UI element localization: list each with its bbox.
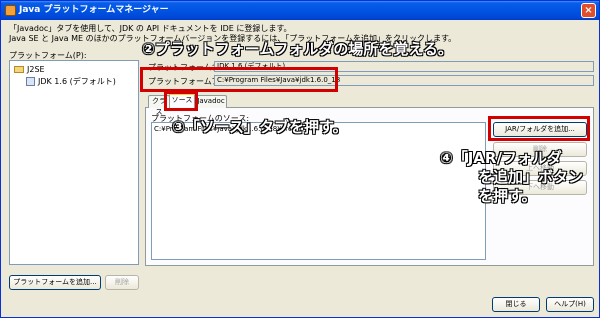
highlight-platform-folder — [140, 67, 338, 92]
platform-icon — [26, 77, 35, 86]
description-line-1: 「Javadoc」タブを使用して、JDK の API ドキュメントを IDE に… — [9, 24, 292, 33]
tab-javadoc[interactable]: Javadoc — [195, 95, 227, 108]
title-bar[interactable]: Java プラットフォームマネージャー × — [1, 1, 599, 20]
add-platform-button[interactable]: プラットフォームを追加... — [9, 275, 101, 290]
tree-node-j2se[interactable]: J2SE — [14, 64, 45, 75]
close-window-button[interactable]: × — [581, 3, 596, 18]
annotation-step-4-line1: ④「JAR/フォルダ — [440, 149, 563, 168]
annotation-step-3: ③「ソース」タブを押す。 — [171, 118, 348, 137]
tree-node-jdk16[interactable]: JDK 1.6 (デフォルト) — [26, 76, 116, 87]
tree-node-label: J2SE — [27, 65, 45, 74]
platform-tree[interactable]: J2SE JDK 1.6 (デフォルト) — [9, 60, 139, 265]
folder-open-icon — [14, 66, 24, 73]
window-title: Java プラットフォームマネージャー — [19, 5, 169, 15]
remove-platform-button[interactable]: 削除 — [105, 275, 139, 290]
annotation-step-2: ②プラットフォームフォルダの場所を覚える。 — [142, 40, 454, 59]
annotation-step-4-line3: を押す。 — [478, 187, 538, 206]
sources-list[interactable]: C:¥Program Files¥Java¥jdk1.6.0_18¥src.zi… — [151, 122, 486, 260]
tree-node-label: JDK 1.6 (デフォルト) — [38, 77, 116, 86]
java-icon — [5, 5, 16, 16]
annotation-step-4-line2: を追加」ボタン — [477, 168, 584, 187]
close-button[interactable]: 閉じる — [492, 297, 540, 312]
highlight-sources-tab — [164, 91, 198, 111]
help-button[interactable]: ヘルプ(H) — [546, 297, 594, 312]
highlight-add-jar-button — [488, 116, 590, 141]
